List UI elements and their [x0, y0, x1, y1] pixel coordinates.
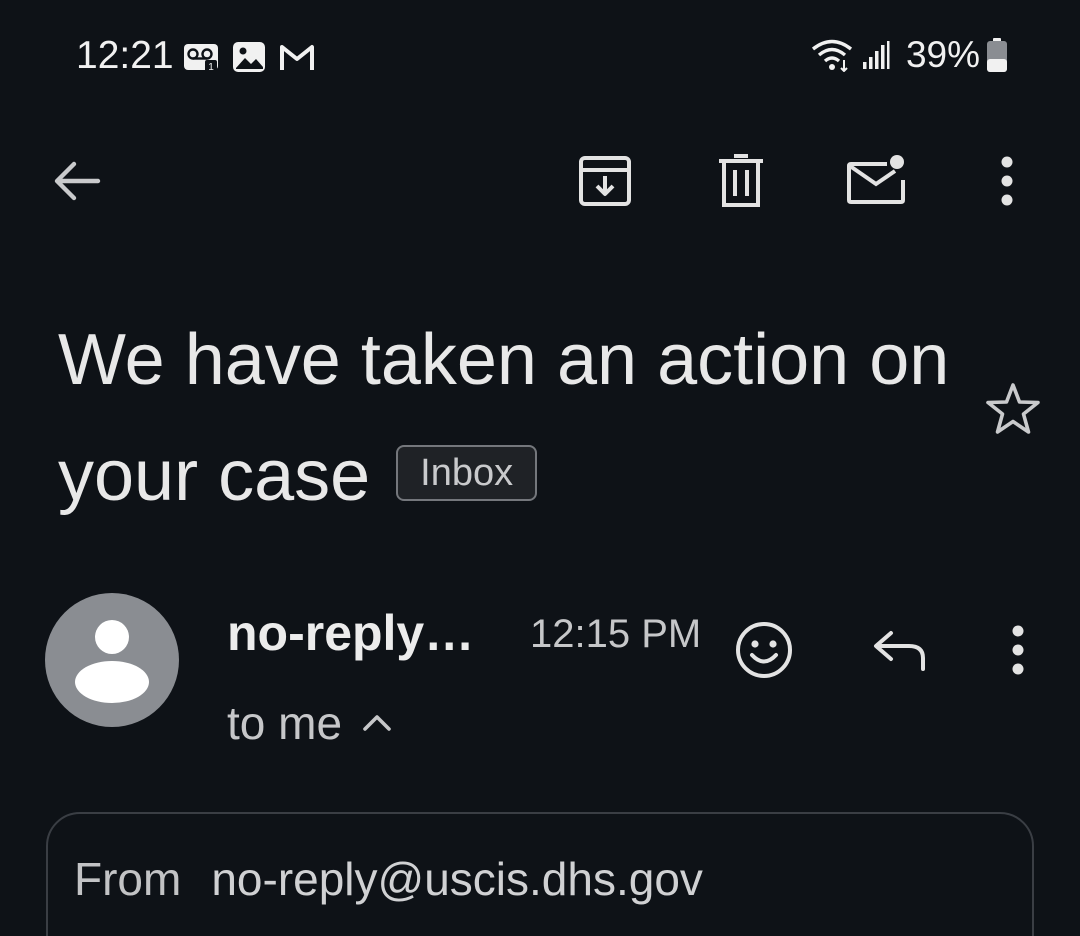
chevron-up-icon	[362, 713, 392, 733]
reply-button[interactable]	[862, 612, 938, 688]
gmail-icon	[278, 40, 314, 74]
sender-avatar[interactable]	[45, 593, 179, 727]
inbox-label-chip[interactable]: Inbox	[396, 444, 538, 501]
back-button[interactable]	[44, 148, 110, 214]
email-subject: We have taken an action on your case Inb…	[58, 302, 958, 534]
more-options-icon	[1011, 625, 1025, 675]
from-row: From no-reply@uscis.dhs.gov	[74, 852, 703, 906]
mark-unread-icon	[845, 154, 909, 208]
sender-name[interactable]: no-reply…	[227, 604, 474, 662]
signal-icon	[862, 40, 890, 70]
recipient-toggle[interactable]: to me	[227, 696, 392, 750]
emoji-react-button[interactable]	[726, 612, 802, 688]
image-icon	[232, 40, 268, 74]
delete-button[interactable]	[708, 148, 774, 214]
from-address[interactable]: no-reply@uscis.dhs.gov	[211, 852, 703, 906]
smiley-icon	[734, 620, 794, 680]
status-time: 12:21	[76, 34, 174, 77]
email-time: 12:15 PM	[530, 612, 702, 656]
from-label: From	[74, 853, 182, 905]
back-arrow-icon	[52, 159, 102, 203]
battery-icon	[986, 37, 1008, 73]
more-options-icon	[1000, 156, 1014, 206]
delete-icon	[717, 154, 765, 208]
battery-percent: 39%	[905, 34, 980, 75]
archive-icon	[578, 154, 632, 208]
archive-button[interactable]	[572, 148, 638, 214]
reply-icon	[871, 627, 929, 673]
mark-unread-button[interactable]	[844, 148, 910, 214]
more-options-button[interactable]	[974, 148, 1040, 214]
star-icon	[984, 381, 1042, 437]
wifi-icon	[810, 38, 854, 72]
voicemail-icon: 1	[183, 40, 219, 74]
recipient-text: to me	[227, 697, 343, 749]
message-more-button[interactable]	[980, 612, 1056, 688]
star-button[interactable]	[980, 376, 1046, 442]
svg-text:1: 1	[208, 62, 214, 73]
status-right: 39%	[810, 34, 1008, 76]
